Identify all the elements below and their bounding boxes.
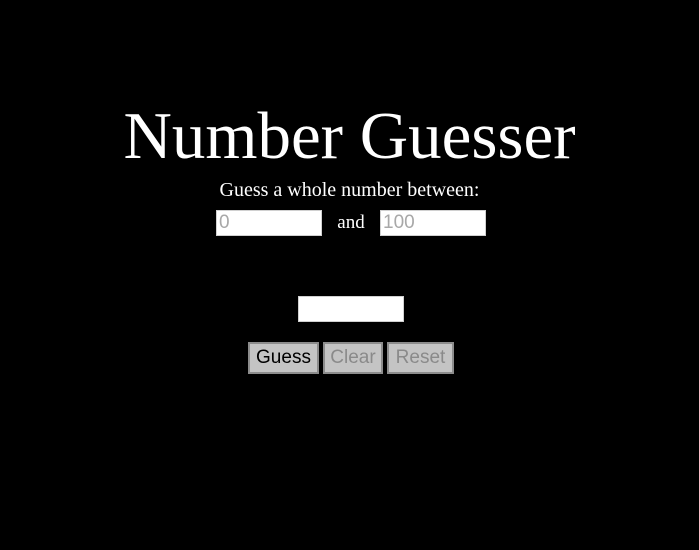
reset-button[interactable]: Reset	[387, 342, 454, 374]
min-range-input[interactable]	[216, 210, 322, 236]
instructions-text: Guess a whole number between:	[219, 179, 480, 201]
and-label: and	[337, 212, 365, 233]
guess-input[interactable]	[298, 296, 404, 322]
page: Number Guesser Guess a whole number betw…	[0, 0, 699, 550]
range-row: and	[0, 210, 699, 236]
max-range-input[interactable]	[380, 210, 486, 236]
page-title: Number Guesser	[123, 99, 576, 173]
guess-button[interactable]: Guess	[248, 342, 319, 374]
clear-button[interactable]: Clear	[323, 342, 383, 374]
